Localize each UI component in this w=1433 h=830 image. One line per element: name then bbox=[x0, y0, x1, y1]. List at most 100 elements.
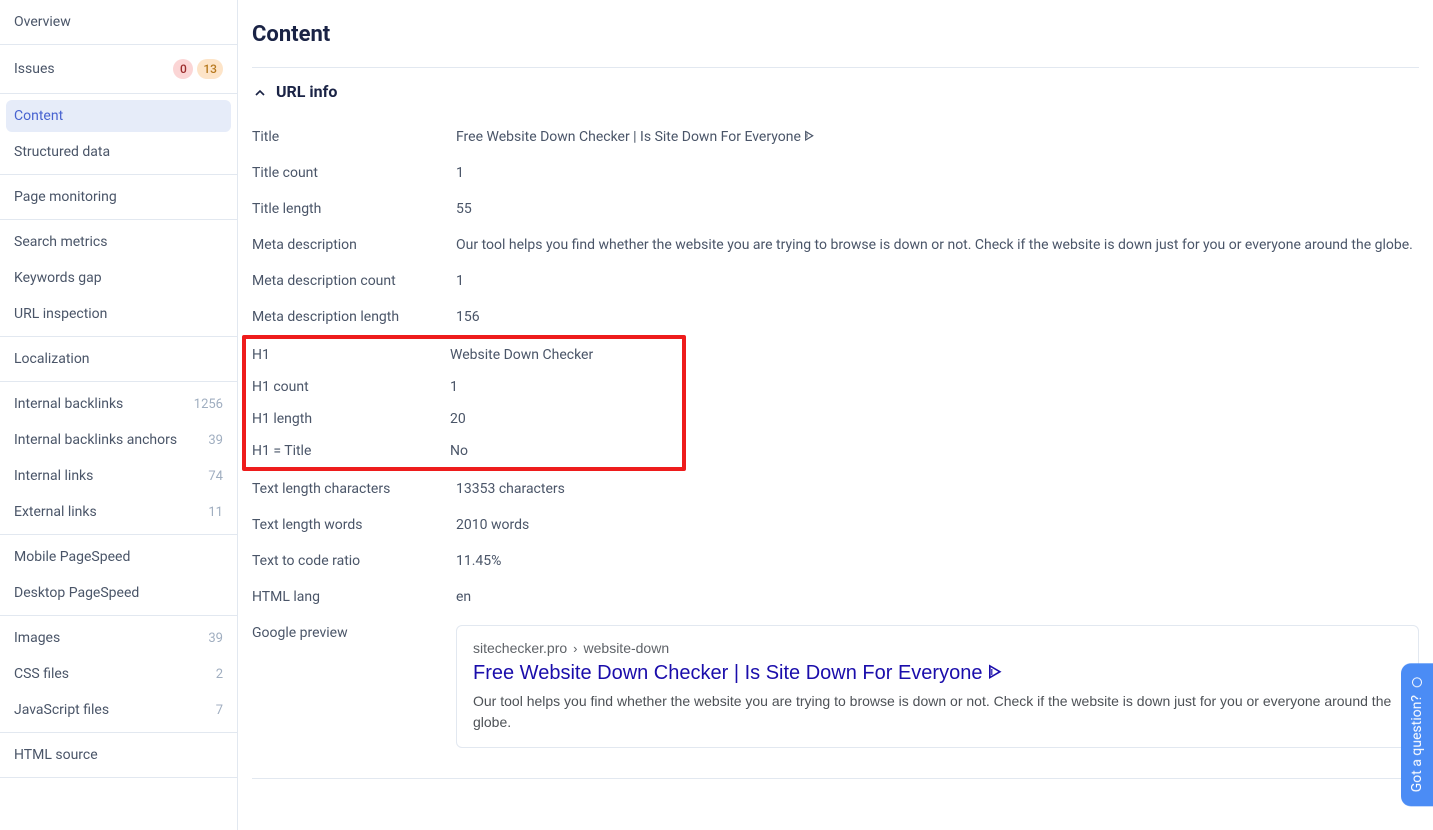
info-value: Free Website Down Checker | Is Site Down… bbox=[456, 129, 1419, 145]
info-label: H1 bbox=[252, 347, 450, 363]
gp-path: website-down bbox=[584, 640, 670, 656]
row-meta-description-length: Meta description length 156 bbox=[252, 299, 1419, 335]
sidebar-item-overview[interactable]: Overview bbox=[0, 4, 237, 40]
sidebar-item-label: Internal backlinks bbox=[14, 396, 123, 412]
info-label: Meta description length bbox=[252, 309, 456, 325]
badge-critical: 0 bbox=[173, 59, 193, 79]
sidebar-item-label: Internal links bbox=[14, 468, 93, 484]
help-tab-button[interactable]: Got a question? bbox=[1401, 663, 1433, 806]
gp-domain: sitechecker.pro bbox=[473, 640, 567, 656]
info-value: 1 bbox=[456, 165, 1419, 181]
sidebar-item-label: Desktop PageSpeed bbox=[14, 585, 139, 601]
sidebar-item-label: Localization bbox=[14, 351, 90, 367]
sidebar-item-label: Content bbox=[14, 108, 63, 124]
row-h1-equals-title: H1 = Title No bbox=[252, 435, 676, 467]
row-title: Title Free Website Down Checker | Is Sit… bbox=[252, 119, 1419, 155]
info-value: en bbox=[456, 589, 1419, 605]
chevron-up-icon bbox=[252, 85, 266, 99]
sidebar-item-label: Keywords gap bbox=[14, 270, 102, 286]
sidebar-item-label: Structured data bbox=[14, 144, 110, 160]
sidebar-item-label: CSS files bbox=[14, 666, 69, 682]
chat-icon bbox=[1412, 677, 1422, 687]
sidebar-item-css-files[interactable]: CSS files2 bbox=[0, 656, 237, 692]
divider bbox=[252, 778, 1419, 779]
sidebar-item-label: Search metrics bbox=[14, 234, 107, 250]
gp-breadcrumb: sitechecker.pro › website-down bbox=[473, 640, 1402, 656]
info-value: 13353 characters bbox=[456, 481, 1419, 497]
info-value: 1 bbox=[450, 379, 676, 395]
sidebar-item-label: Page monitoring bbox=[14, 189, 117, 205]
info-label: Meta description count bbox=[252, 273, 456, 289]
info-value: 1 bbox=[456, 273, 1419, 289]
sidebar-item-internal-backlinks[interactable]: Internal backlinks 1256 bbox=[0, 386, 237, 422]
sidebar-item-html-source[interactable]: HTML source bbox=[0, 737, 237, 773]
chevron-right-icon: › bbox=[573, 641, 577, 656]
issues-badges: 0 13 bbox=[173, 59, 223, 79]
info-label: Text to code ratio bbox=[252, 553, 456, 569]
sidebar-item-label: Internal backlinks anchors bbox=[14, 432, 177, 448]
page-title: Content bbox=[252, 22, 1419, 47]
info-value: Website Down Checker bbox=[450, 347, 676, 363]
row-text-to-code-ratio: Text to code ratio 11.45% bbox=[252, 543, 1419, 579]
info-value: 2010 words bbox=[456, 517, 1419, 533]
sidebar-count: 74 bbox=[208, 469, 223, 484]
sidebar-item-url-inspection[interactable]: URL inspection bbox=[0, 296, 237, 332]
info-label: Text length words bbox=[252, 517, 456, 533]
sidebar-count: 11 bbox=[208, 505, 223, 520]
info-value: 156 bbox=[456, 309, 1419, 325]
row-title-count: Title count 1 bbox=[252, 155, 1419, 191]
info-label: H1 = Title bbox=[252, 443, 450, 459]
info-label: H1 count bbox=[252, 379, 450, 395]
row-text-length-words: Text length words 2010 words bbox=[252, 507, 1419, 543]
sidebar: Overview Issues 0 13 Content Structured … bbox=[0, 0, 238, 830]
sidebar-item-images[interactable]: Images 39 bbox=[0, 620, 237, 656]
sidebar-item-label: Images bbox=[14, 630, 60, 646]
row-html-lang: HTML lang en bbox=[252, 579, 1419, 615]
info-label: Text length characters bbox=[252, 481, 456, 497]
sidebar-item-issues[interactable]: Issues 0 13 bbox=[0, 49, 237, 89]
sidebar-item-desktop-pagespeed[interactable]: Desktop PageSpeed bbox=[0, 575, 237, 611]
sidebar-count: 1256 bbox=[194, 397, 223, 412]
info-value: 20 bbox=[450, 411, 676, 427]
sidebar-item-label: Mobile PageSpeed bbox=[14, 549, 130, 565]
sidebar-item-label: URL inspection bbox=[14, 306, 107, 322]
info-label: Meta description bbox=[252, 237, 456, 253]
main-content: Content URL info Title Free Website Down… bbox=[238, 0, 1433, 830]
sidebar-count: 39 bbox=[208, 433, 223, 448]
row-h1: H1 Website Down Checker bbox=[252, 339, 676, 371]
section-toggle-url-info[interactable]: URL info bbox=[252, 82, 1419, 101]
row-h1-count: H1 count 1 bbox=[252, 371, 676, 403]
info-value: No bbox=[450, 443, 676, 459]
info-label: H1 length bbox=[252, 411, 450, 427]
sidebar-item-content[interactable]: Content bbox=[6, 100, 231, 132]
sidebar-item-localization[interactable]: Localization bbox=[0, 341, 237, 377]
sidebar-item-mobile-pagespeed[interactable]: Mobile PageSpeed bbox=[0, 539, 237, 575]
sidebar-item-internal-links[interactable]: Internal links 74 bbox=[0, 458, 237, 494]
highlight-h1-block: H1 Website Down Checker H1 count 1 H1 le… bbox=[242, 335, 686, 471]
sidebar-item-internal-backlinks-anchors[interactable]: Internal backlinks anchors 39 bbox=[0, 422, 237, 458]
row-meta-description-count: Meta description count 1 bbox=[252, 263, 1419, 299]
info-label: Title length bbox=[252, 201, 456, 217]
sidebar-item-label: JavaScript files bbox=[14, 702, 109, 718]
section-title: URL info bbox=[276, 82, 337, 101]
sidebar-item-label: HTML source bbox=[14, 747, 98, 763]
sidebar-item-keywords-gap[interactable]: Keywords gap bbox=[0, 260, 237, 296]
sidebar-item-label: Issues bbox=[14, 61, 55, 77]
sidebar-count: 39 bbox=[208, 631, 223, 646]
row-google-preview: Google preview sitechecker.pro › website… bbox=[252, 615, 1419, 758]
gp-description: Our tool helps you find whether the webs… bbox=[473, 691, 1402, 733]
badge-warning: 13 bbox=[197, 59, 223, 79]
info-label: Google preview bbox=[252, 625, 456, 641]
row-title-length: Title length 55 bbox=[252, 191, 1419, 227]
row-text-length-characters: Text length characters 13353 characters bbox=[252, 471, 1419, 507]
sidebar-item-label: External links bbox=[14, 504, 97, 520]
sidebar-item-external-links[interactable]: External links 11 bbox=[0, 494, 237, 530]
sidebar-item-javascript-files[interactable]: JavaScript files7 bbox=[0, 692, 237, 728]
sidebar-item-label: Overview bbox=[14, 14, 71, 30]
info-value: 11.45% bbox=[456, 553, 1419, 569]
sidebar-item-search-metrics[interactable]: Search metrics bbox=[0, 224, 237, 260]
gp-title: Free Website Down Checker | Is Site Down… bbox=[473, 662, 1402, 685]
divider bbox=[252, 67, 1419, 68]
sidebar-item-structured-data[interactable]: Structured data bbox=[0, 134, 237, 170]
sidebar-item-page-monitoring[interactable]: Page monitoring bbox=[0, 179, 237, 215]
